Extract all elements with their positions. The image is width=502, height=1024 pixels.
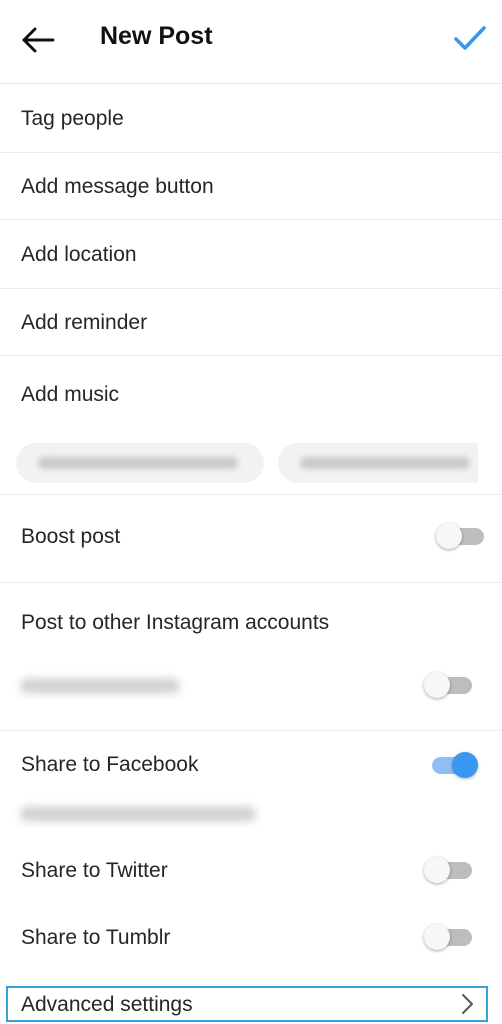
blurred-chip-text [300,457,470,469]
share-facebook-label: Share to Facebook [21,753,199,776]
checkmark-icon [454,26,486,50]
tag-people-row[interactable]: Tag people [0,84,502,153]
blurred-chip-text [38,457,238,469]
add-location-label: Add location [21,243,137,266]
boost-post-row[interactable]: Boost post [0,495,502,583]
page-title: New Post [100,22,213,50]
location-suggestion-chip[interactable] [16,443,264,483]
toggle-knob [436,523,462,549]
tag-people-label: Tag people [21,107,124,130]
add-music-row[interactable]: Add music [0,356,502,432]
other-account-toggle[interactable] [424,671,472,699]
share-tumblr-toggle[interactable] [424,923,472,951]
boost-post-label: Boost post [21,525,121,548]
boost-post-toggle[interactable] [436,522,484,550]
arrow-left-icon [22,27,55,53]
toggle-knob [424,924,450,950]
add-music-label: Add music [21,383,120,406]
share-facebook-toggle[interactable] [428,751,478,779]
location-suggestion-chip[interactable] [278,443,478,483]
toggle-knob [424,857,450,883]
add-reminder-row[interactable]: Add reminder [0,289,502,356]
share-tumblr-label: Share to Tumblr [21,926,171,949]
advanced-settings-row[interactable]: Advanced settings [6,986,488,1022]
other-accounts-section: Post to other Instagram accounts [0,583,502,731]
add-message-button-label: Add message button [21,175,214,198]
blurred-account-name [20,678,180,694]
advanced-settings-label: Advanced settings [21,993,193,1016]
blurred-facebook-account [20,806,256,822]
toggle-knob [424,672,450,698]
back-button[interactable] [16,20,60,60]
chevron-right-icon [462,994,473,1014]
add-message-button-row[interactable]: Add message button [0,153,502,220]
toggle-knob [452,752,478,778]
share-twitter-toggle[interactable] [424,856,472,884]
share-twitter-label: Share to Twitter [21,859,168,882]
add-location-row[interactable]: Add location [0,220,502,289]
other-accounts-title: Post to other Instagram accounts [21,611,330,634]
confirm-post-button[interactable] [450,18,490,58]
top-app-bar: New Post [0,0,502,84]
add-reminder-label: Add reminder [21,311,148,334]
